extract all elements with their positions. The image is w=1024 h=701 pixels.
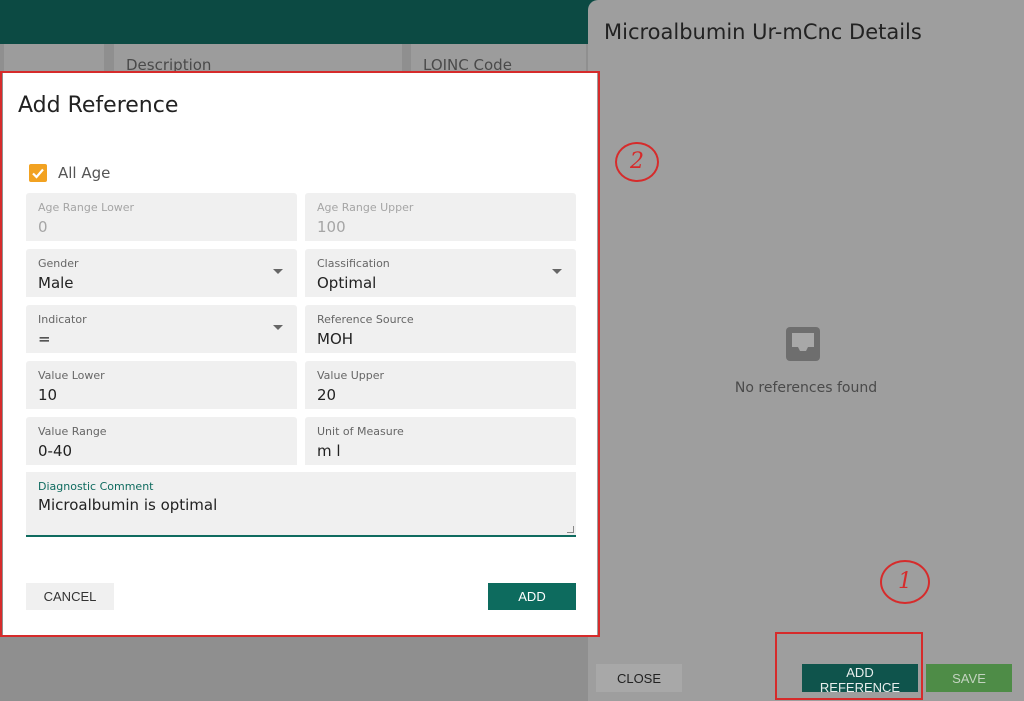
empty-state-text: No references found [734, 380, 878, 396]
details-panel: Microalbumin Ur-mCnc Details No referenc… [588, 0, 1024, 701]
value-upper-field[interactable]: Value Upper 20 [305, 361, 576, 409]
field-label: Classification [317, 257, 390, 270]
field-label: Value Range [38, 425, 107, 438]
field-value: MOH [317, 330, 354, 348]
field-label: Indicator [38, 313, 87, 326]
age-range-lower-field[interactable]: Age Range Lower 0 [26, 193, 297, 241]
unit-of-measure-field[interactable]: Unit of Measure m l [305, 417, 576, 465]
all-age-label: All Age [58, 164, 111, 182]
reference-source-field[interactable]: Reference Source MOH [305, 305, 576, 353]
annotation-marker-1: 1 [880, 560, 930, 604]
dropdown-arrow-icon [552, 269, 562, 274]
age-range-upper-field[interactable]: Age Range Upper 100 [305, 193, 576, 241]
all-age-checkbox[interactable] [29, 164, 47, 182]
diagnostic-comment-textarea[interactable]: Diagnostic Comment Microalbumin is optim… [26, 472, 576, 537]
field-value: 0 [38, 218, 48, 236]
field-value: 0-40 [38, 442, 73, 460]
dropdown-arrow-icon [273, 269, 283, 274]
gender-select[interactable]: Gender Male [26, 249, 297, 297]
field-value: 20 [317, 386, 337, 404]
field-label: Age Range Upper [317, 201, 414, 214]
field-label: Gender [38, 257, 79, 270]
field-value: m l [317, 442, 341, 460]
resize-handle-icon[interactable] [567, 526, 574, 533]
field-label: Diagnostic Comment [38, 480, 154, 493]
field-label: Value Lower [38, 369, 105, 382]
close-button[interactable]: CLOSE [596, 664, 682, 692]
dialog-title: Add Reference [18, 93, 179, 118]
add-reference-button[interactable]: ADD REFERENCE [802, 664, 918, 695]
checkmark-icon [32, 168, 44, 179]
indicator-select[interactable]: Indicator = [26, 305, 297, 353]
save-button[interactable]: SAVE [926, 664, 1012, 692]
cancel-button[interactable]: CANCEL [26, 583, 114, 610]
field-label: Age Range Lower [38, 201, 135, 214]
value-range-field[interactable]: Value Range 0-40 [26, 417, 297, 465]
field-value: = [38, 330, 51, 348]
field-label: Value Upper [317, 369, 385, 382]
classification-select[interactable]: Classification Optimal [305, 249, 576, 297]
field-value: Optimal [317, 274, 377, 292]
inbox-icon [786, 327, 820, 361]
field-label: Reference Source [317, 313, 414, 326]
panel-title: Microalbumin Ur-mCnc Details [604, 20, 922, 44]
field-value: Microalbumin is optimal [38, 496, 218, 514]
field-value: Male [38, 274, 74, 292]
field-value: 10 [38, 386, 58, 404]
value-lower-field[interactable]: Value Lower 10 [26, 361, 297, 409]
field-label: Unit of Measure [317, 425, 404, 438]
add-reference-dialog: Add Reference All Age Age Range Lower 0 … [3, 73, 597, 635]
annotation-marker-2: 2 [615, 142, 659, 182]
add-button[interactable]: ADD [488, 583, 576, 610]
dropdown-arrow-icon [273, 325, 283, 330]
field-value: 100 [317, 218, 346, 236]
